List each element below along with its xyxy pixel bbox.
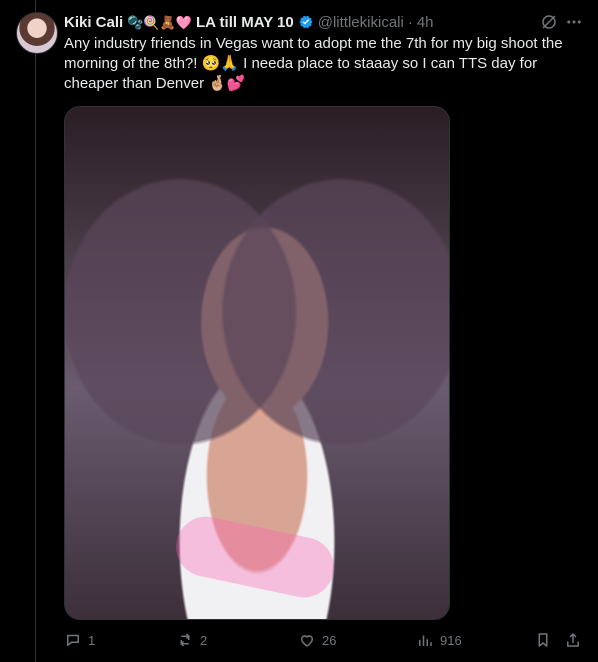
thread-line — [35, 0, 36, 662]
reply-count: 1 — [88, 632, 96, 648]
separator-dot: · — [407, 13, 413, 31]
author-emojis: 🫧🍭🧸🩷 — [127, 14, 192, 30]
repost-count: 2 — [200, 632, 208, 648]
author-suffix[interactable]: LA till MAY 10 — [196, 14, 294, 31]
more-icon[interactable] — [565, 13, 583, 31]
like-count: 26 — [322, 632, 337, 648]
reply-button[interactable]: 1 — [64, 628, 95, 652]
verified-badge-icon — [299, 15, 313, 29]
tweet-header: Kiki Cali 🫧🍭🧸🩷 LA till MAY 10 @littlekik… — [64, 12, 584, 32]
share-button[interactable] — [564, 628, 582, 652]
avatar[interactable] — [16, 12, 58, 54]
tweet-image[interactable] — [64, 106, 450, 620]
repost-icon — [180, 633, 190, 647]
tweet-actions: 1 2 26 916 — [64, 628, 584, 652]
grok-icon[interactable] — [540, 13, 558, 31]
views-button[interactable]: 916 — [416, 628, 462, 652]
author-name[interactable]: Kiki Cali — [64, 14, 123, 31]
bookmark-button[interactable] — [534, 628, 552, 652]
tweet-time[interactable]: 4h — [417, 14, 434, 31]
author-handle[interactable]: @littlekikicali — [318, 14, 404, 31]
reply-icon — [67, 634, 79, 646]
like-button[interactable]: 26 — [298, 628, 336, 652]
tweet-text: Any industry friends in Vegas want to ad… — [64, 35, 563, 92]
share-icon — [567, 632, 579, 647]
bookmark-icon — [538, 633, 548, 647]
repost-button[interactable]: 2 — [176, 628, 207, 652]
views-icon — [419, 635, 432, 646]
views-count: 916 — [440, 632, 462, 648]
like-icon — [301, 635, 313, 647]
